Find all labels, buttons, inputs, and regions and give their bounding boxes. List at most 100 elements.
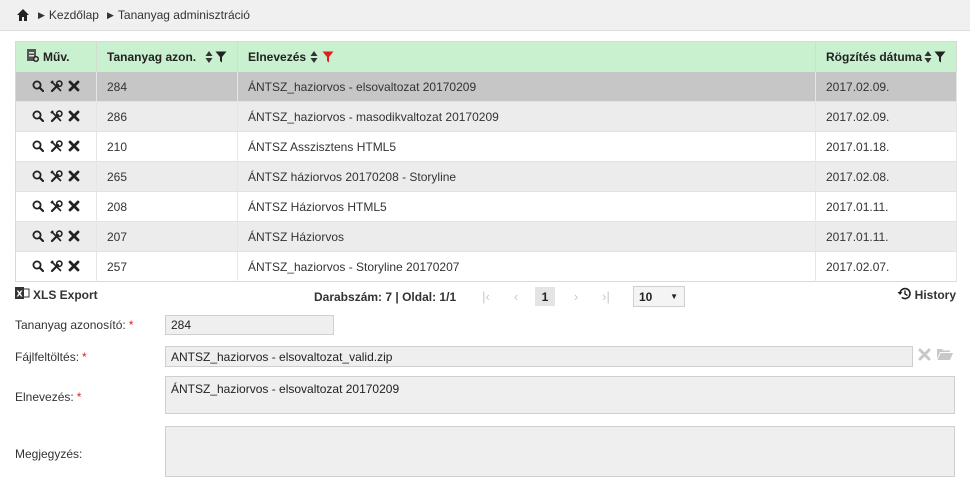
required-marker: * <box>76 390 82 404</box>
delete-icon[interactable] <box>68 230 81 243</box>
name-textarea[interactable]: ÁNTSZ_haziorvos - elsovaltozat 20170209 <box>165 376 955 414</box>
row-id: 257 <box>96 251 238 282</box>
row-date: 2017.02.09. <box>815 101 957 132</box>
page-number-button[interactable]: 1 <box>535 287 555 306</box>
row-date: 2017.01.18. <box>815 131 957 162</box>
view-icon[interactable] <box>32 170 45 183</box>
page-size-select[interactable]: 10 ▼ <box>633 286 685 307</box>
required-marker: * <box>128 318 134 332</box>
add-item-icon[interactable] <box>26 48 39 65</box>
row-name: ÁNTSZ háziorvos 20170208 - Storyline <box>237 161 816 192</box>
filter-icon[interactable] <box>934 51 946 63</box>
note-textarea[interactable] <box>165 426 955 477</box>
delete-icon[interactable] <box>68 200 81 213</box>
view-icon[interactable] <box>32 200 45 213</box>
table-row[interactable]: 208 ÁNTSZ Háziorvos HTML5 2017.01.11. <box>15 191 957 222</box>
row-actions <box>15 101 97 132</box>
excel-icon: X <box>15 286 30 303</box>
last-page-icon[interactable]: ›| <box>598 288 614 304</box>
delete-icon[interactable] <box>68 170 81 183</box>
id-label: Tananyag azonosító: * <box>15 318 134 332</box>
view-icon[interactable] <box>32 230 45 243</box>
delete-icon[interactable] <box>68 80 81 93</box>
row-date: 2017.01.11. <box>815 221 957 252</box>
sort-icon[interactable] <box>924 50 932 64</box>
folder-icon[interactable] <box>936 347 954 361</box>
home-icon[interactable] <box>16 8 30 22</box>
breadcrumb-separator-icon: ▶ <box>38 9 45 20</box>
xls-export-label: XLS Export <box>33 287 98 302</box>
row-date: 2017.02.07. <box>815 251 957 282</box>
row-actions <box>15 161 97 192</box>
row-actions <box>15 251 97 282</box>
row-id: 286 <box>96 101 238 132</box>
edit-tools-icon[interactable] <box>50 200 63 213</box>
delete-icon[interactable] <box>68 110 81 123</box>
delete-icon[interactable] <box>68 140 81 153</box>
edit-tools-icon[interactable] <box>50 110 63 123</box>
table-row[interactable]: 210 ÁNTSZ Asszisztens HTML5 2017.01.18. <box>15 131 957 162</box>
column-name-label[interactable]: Elnevezés <box>248 50 306 64</box>
table-row[interactable]: 207 ÁNTSZ Háziorvos 2017.01.11. <box>15 221 957 252</box>
column-id-label[interactable]: Tananyag azon. <box>107 50 196 64</box>
breadcrumb-separator-icon: ▶ <box>106 9 114 20</box>
row-id: 265 <box>96 161 238 192</box>
row-actions <box>15 221 97 252</box>
history-label: History <box>914 288 956 302</box>
next-page-icon[interactable]: › <box>568 288 584 304</box>
row-name: ÁNTSZ Háziorvos HTML5 <box>237 191 816 222</box>
column-actions: Műv. <box>15 41 97 72</box>
column-name: Elnevezés <box>237 41 816 72</box>
row-id: 284 <box>96 71 238 102</box>
row-date: 2017.01.11. <box>815 191 957 222</box>
edit-tools-icon[interactable] <box>50 230 63 243</box>
id-field[interactable]: 284 <box>165 315 334 335</box>
row-actions <box>15 71 97 102</box>
table-row[interactable]: 257 ÁNTSZ_haziorvos - Storyline 20170207 2… <box>15 251 957 282</box>
row-id: 207 <box>96 221 238 252</box>
first-page-icon[interactable]: |‹ <box>478 288 494 304</box>
table-row[interactable]: 286 ÁNTSZ_haziorvos - masodikvaltozat 201… <box>15 101 957 132</box>
breadcrumb: ▶ Kezdőlap ▶ Tananyag adminisztráció <box>0 0 970 31</box>
history-button[interactable]: History <box>897 286 956 304</box>
breadcrumb-home-link[interactable]: Kezdőlap <box>49 8 99 22</box>
pager-info: Darabszám: 7 | Oldal: 1/1 <box>314 290 456 304</box>
row-name: ÁNTSZ_haziorvos - Storyline 20170207 <box>237 251 816 282</box>
edit-tools-icon[interactable] <box>50 140 63 153</box>
xls-export-button[interactable]: X XLS Export <box>15 286 98 303</box>
active-filter-icon[interactable] <box>322 51 334 63</box>
name-label: Elnevezés: * <box>15 390 82 404</box>
table-toolbar: X XLS Export Darabszám: 7 | Oldal: 1/1 |… <box>15 286 956 308</box>
page-size-value: 10 <box>639 289 653 304</box>
column-date-label[interactable]: Rögzítés dátuma <box>826 50 922 64</box>
table-row[interactable]: 284 ÁNTSZ_haziorvos - elsovaltozat 201702… <box>15 71 957 102</box>
sort-icon[interactable] <box>310 50 318 64</box>
view-icon[interactable] <box>32 140 45 153</box>
chevron-down-icon: ▼ <box>670 292 678 301</box>
edit-tools-icon[interactable] <box>50 260 63 273</box>
edit-tools-icon[interactable] <box>50 170 63 183</box>
view-icon[interactable] <box>32 80 45 93</box>
column-actions-label: Műv. <box>43 49 70 64</box>
sort-icon[interactable] <box>205 50 213 64</box>
clear-file-icon[interactable] <box>918 348 931 361</box>
svg-text:X: X <box>17 290 24 299</box>
table-row[interactable]: 265 ÁNTSZ háziorvos 20170208 - Storyline 2… <box>15 161 957 192</box>
row-actions <box>15 191 97 222</box>
row-name: ÁNTSZ Asszisztens HTML5 <box>237 131 816 162</box>
materials-table: Műv. Tananyag azon. Elnevezés Rögzítés d… <box>15 41 957 282</box>
file-upload-field[interactable]: ANTSZ_haziorvos - elsovaltozat_valid.zip <box>165 346 913 367</box>
note-label: Megjegyzés: <box>15 447 83 461</box>
row-date: 2017.02.08. <box>815 161 957 192</box>
delete-icon[interactable] <box>68 260 81 273</box>
breadcrumb-current: Tananyag adminisztráció <box>117 8 250 22</box>
row-name: ÁNTSZ_haziorvos - masodikvaltozat 201702… <box>237 101 816 132</box>
file-upload-label: Fájlfeltöltés: * <box>15 350 87 364</box>
edit-tools-icon[interactable] <box>50 80 63 93</box>
column-date: Rögzítés dátuma <box>815 41 957 72</box>
prev-page-icon[interactable]: ‹ <box>508 288 524 304</box>
row-actions <box>15 131 97 162</box>
filter-icon[interactable] <box>215 51 227 63</box>
view-icon[interactable] <box>32 110 45 123</box>
view-icon[interactable] <box>32 260 45 273</box>
